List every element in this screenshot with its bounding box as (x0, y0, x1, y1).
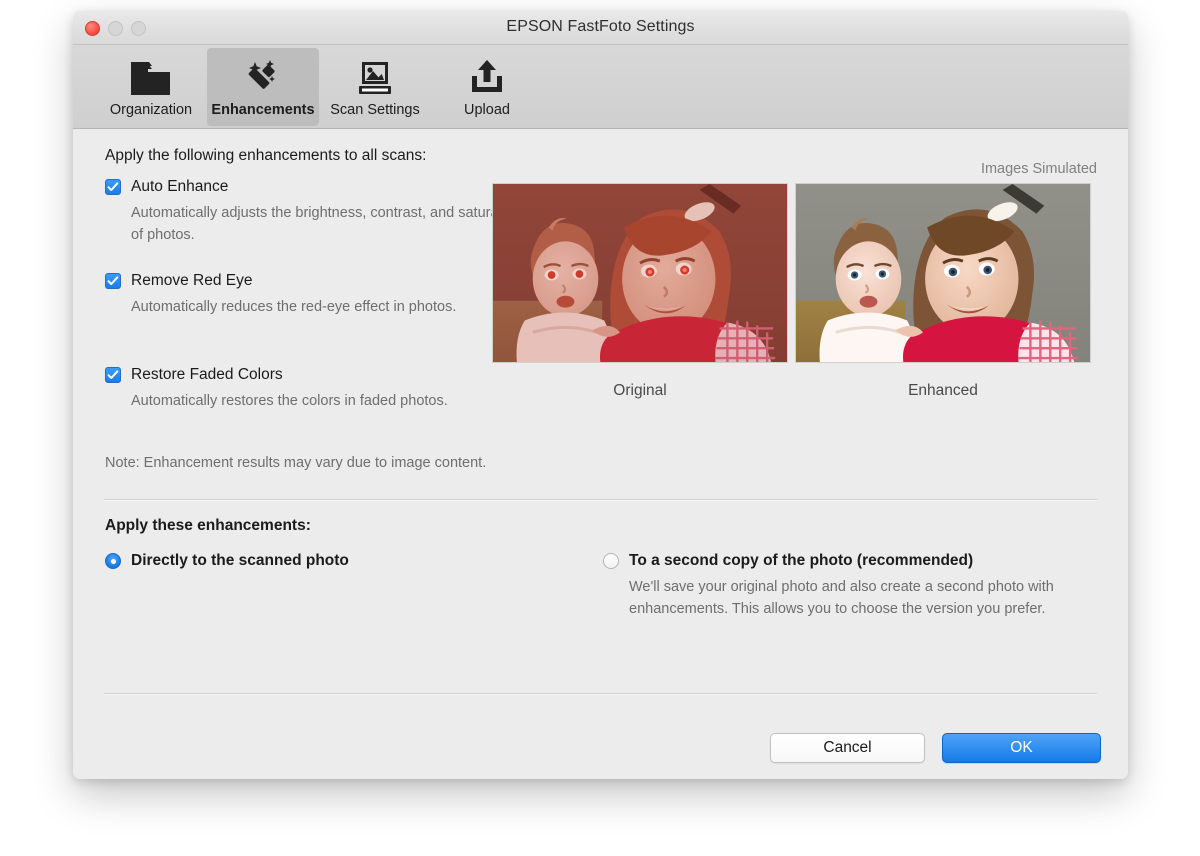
tab-upload-label: Upload (464, 102, 510, 118)
note-text: Note: Enhancement results may vary due t… (105, 455, 487, 471)
preview-enhanced: Enhanced (795, 183, 1091, 400)
radio-second-copy-label: To a second copy of the photo (recommend… (629, 552, 974, 569)
tab-enhancements[interactable]: Enhancements (207, 48, 319, 126)
screen: EPSON FastFoto Settings Organization Enh… (0, 0, 1200, 856)
option-remove-red-eye-description: Automatically reduces the red-eye effect… (131, 299, 457, 315)
option-remove-red-eye-label: Remove Red Eye (131, 272, 253, 289)
settings-window: EPSON FastFoto Settings Organization Enh… (73, 11, 1128, 779)
option-auto-enhance[interactable]: Auto Enhance Automatically adjusts the b… (105, 177, 525, 246)
tab-enhancements-label: Enhancements (211, 102, 315, 118)
preview-original: Original (492, 183, 788, 400)
checkbox-remove-red-eye[interactable] (105, 273, 121, 289)
option-auto-enhance-label: Auto Enhance (131, 178, 229, 195)
checkbox-restore-faded-colors[interactable] (105, 367, 121, 383)
checkbox-auto-enhance[interactable] (105, 179, 121, 195)
tab-organization[interactable]: Organization (95, 48, 207, 126)
ok-button-label: OK (1010, 739, 1033, 756)
preview-enhanced-image (795, 183, 1091, 363)
option-auto-enhance-description: Automatically adjusts the brightness, co… (131, 205, 522, 243)
radio-second-copy[interactable] (603, 553, 619, 569)
ok-button[interactable]: OK (942, 733, 1101, 763)
tab-scan-settings-label: Scan Settings (330, 102, 420, 118)
radio-directly-to-scanned-photo[interactable] (105, 553, 121, 569)
option-restore-faded-colors-label: Restore Faded Colors (131, 366, 283, 383)
preview-original-caption: Original (613, 382, 667, 399)
images-simulated-label: Images Simulated (980, 161, 1097, 177)
option-remove-red-eye[interactable]: Remove Red Eye Automatically reduces the… (105, 271, 525, 318)
tab-scan-settings[interactable]: Scan Settings (319, 48, 431, 126)
upload-icon (464, 56, 510, 100)
divider-bottom (104, 693, 1097, 695)
divider-top (104, 499, 1097, 501)
title-bar: EPSON FastFoto Settings (73, 11, 1128, 45)
toolbar: Organization Enhancements Scan Settings … (73, 45, 1128, 129)
tab-upload[interactable]: Upload (431, 48, 543, 126)
tab-organization-label: Organization (109, 102, 193, 118)
cancel-button-label: Cancel (823, 739, 872, 756)
tab-bar: Organization Enhancements Scan Settings … (95, 45, 1128, 128)
section-heading: Apply the following enhancements to all … (105, 147, 427, 164)
window-title: EPSON FastFoto Settings (506, 18, 695, 35)
option-restore-faded-colors[interactable]: Restore Faded Colors Automatically resto… (105, 365, 525, 412)
preview-enhanced-caption: Enhanced (908, 382, 978, 399)
cancel-button[interactable]: Cancel (770, 733, 925, 763)
radio-option-directly[interactable]: Directly to the scanned photo (105, 551, 525, 571)
content-pane: Apply the following enhancements to all … (73, 129, 1128, 779)
folder-icon (128, 56, 174, 100)
radio-option-second-copy[interactable]: To a second copy of the photo (recommend… (603, 551, 1083, 620)
scanner-icon (352, 56, 398, 100)
radio-second-copy-description: We'll save your original photo and also … (629, 579, 1054, 617)
option-restore-faded-colors-description: Automatically restores the colors in fad… (131, 393, 448, 409)
magic-wand-icon (240, 56, 286, 100)
preview-original-image (492, 183, 788, 363)
radio-directly-label: Directly to the scanned photo (131, 552, 349, 569)
apply-heading: Apply these enhancements: (105, 517, 311, 534)
